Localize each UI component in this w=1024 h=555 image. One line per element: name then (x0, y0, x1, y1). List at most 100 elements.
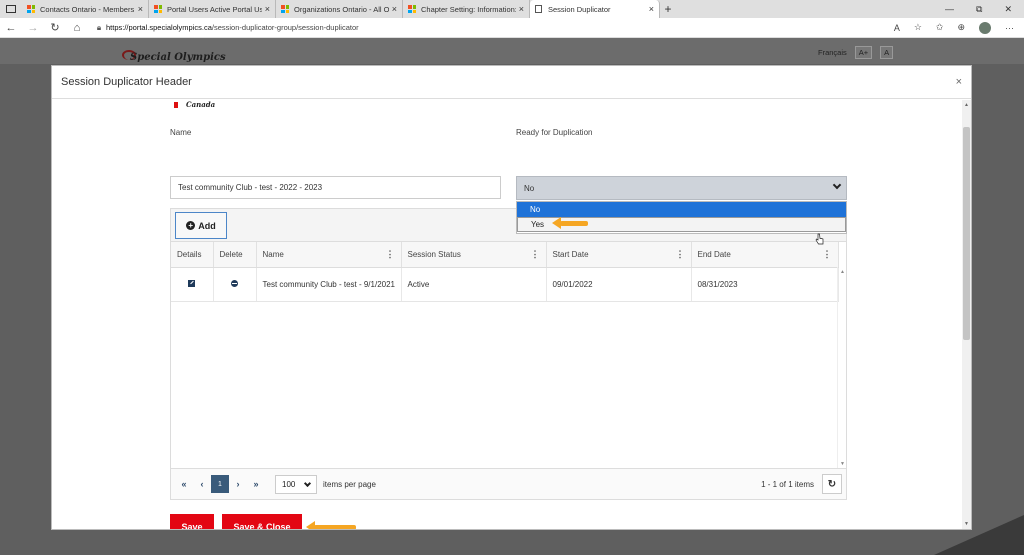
new-tab-icon[interactable]: + (660, 2, 676, 16)
browser-tab[interactable]: Chapter Setting: Information: vlC × (403, 0, 530, 18)
column-menu-icon[interactable]: ⋮ (531, 249, 540, 260)
more-icon[interactable]: ··· (1005, 23, 1014, 33)
name-label: Name (170, 128, 192, 137)
lock-icon[interactable]: 🔒︎ (92, 23, 106, 33)
dropdown-option-no[interactable]: No (517, 202, 846, 217)
scroll-up-icon[interactable]: ▲ (964, 102, 969, 108)
tab-title: Portal Users Active Portal Users (167, 4, 262, 14)
language-link[interactable]: Français (818, 48, 847, 57)
browser-tab[interactable]: Portal Users Active Portal Users × (149, 0, 276, 18)
ready-for-duplication-select[interactable]: No (516, 176, 847, 200)
read-aloud-icon[interactable]: A (894, 23, 900, 33)
previous-page-icon[interactable]: ‹ (193, 475, 211, 493)
column-header-end-date[interactable]: End Date ⋮ (691, 242, 839, 268)
page-number-button[interactable]: 1 (211, 475, 229, 493)
first-page-icon[interactable]: « (175, 475, 193, 493)
column-header-session-status[interactable]: Session Status ⋮ (401, 242, 547, 268)
modal-header: Session Duplicator Header (52, 66, 971, 99)
forward-icon[interactable]: → (22, 22, 44, 34)
scroll-up-icon[interactable]: ▲ (840, 269, 845, 275)
close-icon[interactable]: × (649, 4, 654, 14)
modal-scrollbar[interactable]: ▲ ▼ (962, 100, 971, 529)
tab-title: Session Duplicator (548, 4, 611, 14)
name-input[interactable]: Test community Club - test - 2022 - 2023 (170, 176, 501, 199)
plus-circle-icon: + (186, 221, 196, 230)
close-icon[interactable]: × (265, 4, 270, 14)
refresh-icon[interactable]: ↻ (44, 21, 66, 34)
tab-actions-icon[interactable] (0, 0, 22, 18)
minus-circle-icon[interactable] (231, 279, 238, 287)
last-page-icon[interactable]: » (247, 475, 265, 493)
delete-cell (213, 267, 257, 302)
browser-toolbar-icons: A ☆ ✩ ⊕ ··· (894, 21, 1024, 34)
column-menu-icon[interactable]: ⋮ (386, 249, 395, 260)
back-icon[interactable]: ← (0, 22, 22, 34)
column-menu-icon[interactable]: ⋮ (823, 249, 832, 260)
url-field[interactable]: https://portal.specialolympics.ca/sessio… (106, 23, 359, 32)
microsoft-icon (408, 5, 416, 13)
profile-avatar[interactable] (979, 21, 991, 34)
details-cell (171, 267, 214, 302)
microsoft-icon (154, 5, 162, 13)
sessions-grid: + Add Details Delete Name ⋮ Session Statu… (170, 208, 847, 500)
scroll-thumb[interactable] (963, 127, 970, 340)
address-bar: ← → ↻ ⌂ 🔒︎ https://portal.specialolympic… (0, 18, 1024, 38)
grid-scrollbar[interactable]: ▲ ▼ (837, 267, 846, 469)
close-icon[interactable]: × (519, 4, 524, 14)
ready-for-duplication-label: Ready for Duplication (516, 128, 593, 137)
favorites-icon[interactable]: ✩ (936, 22, 944, 33)
column-header-start-date[interactable]: Start Date ⋮ (546, 242, 692, 268)
home-icon[interactable]: ⌂ (66, 22, 88, 34)
pager-info: 1 - 1 of 1 items (761, 479, 814, 489)
column-header-label: Session Status (407, 249, 461, 259)
add-button[interactable]: + Add (175, 212, 227, 239)
favorite-star-icon[interactable]: ☆ (914, 22, 922, 33)
minimize-icon[interactable]: — (945, 4, 954, 15)
font-larger-button[interactable]: A+ (854, 46, 873, 59)
close-icon[interactable]: × (138, 4, 143, 14)
column-header-name[interactable]: Name ⋮ (256, 242, 402, 268)
column-header-details[interactable]: Details (171, 242, 214, 268)
scroll-down-icon[interactable]: ▼ (964, 521, 969, 527)
url-host: https://portal.specialolympics.ca (106, 23, 212, 32)
sessions-table: Details Delete Name ⋮ Session Status ⋮ Sta… (171, 242, 839, 302)
edit-icon[interactable] (188, 279, 196, 287)
column-menu-icon[interactable]: ⋮ (676, 249, 685, 260)
column-header-delete[interactable]: Delete (213, 242, 257, 268)
browser-tab[interactable]: Contacts Ontario - Members - D × (22, 0, 149, 18)
browser-tab[interactable]: Organizations Ontario - All Orga × (276, 0, 403, 18)
tab-title: Chapter Setting: Information: vlC (421, 4, 516, 14)
save-and-close-button[interactable]: Save & Close (222, 514, 302, 529)
ready-for-duplication-dropdown: No Yes (516, 201, 847, 234)
close-icon[interactable]: × (392, 4, 397, 14)
tab-title: Organizations Ontario - All Orga (294, 4, 389, 14)
browser-tab-active[interactable]: Session Duplicator × (530, 0, 660, 18)
column-header-label: Name (262, 249, 284, 259)
page-header: Special Olympics Français A+ A (0, 38, 1024, 64)
start-date-cell: 09/01/2022 (546, 267, 692, 302)
logo-word: Canada (186, 100, 216, 109)
font-smaller-button[interactable]: A (880, 46, 894, 59)
modal-title: Session Duplicator Header (61, 76, 192, 88)
close-window-icon[interactable]: ✕ (1004, 4, 1012, 15)
column-header-label: Start Date (552, 249, 589, 259)
save-button[interactable]: Save (170, 514, 214, 529)
site-logo[interactable]: Special Olympics (130, 52, 226, 63)
column-header-label: End Date (697, 249, 731, 259)
refresh-icon[interactable]: ↻ (822, 474, 842, 494)
add-label: Add (198, 220, 216, 231)
next-page-icon[interactable]: › (229, 475, 247, 493)
canada-logo: Canada (174, 100, 215, 109)
status-cell: Active (401, 267, 547, 302)
microsoft-icon (27, 5, 35, 13)
annotation-arrow (552, 217, 588, 229)
close-icon[interactable]: × (956, 76, 962, 88)
restore-icon[interactable]: ⧉ (976, 4, 982, 15)
collections-icon[interactable]: ⊕ (957, 22, 965, 33)
window-controls: — ⧉ ✕ (945, 4, 1024, 15)
page-icon (535, 5, 542, 13)
scroll-down-icon[interactable]: ▼ (840, 461, 845, 467)
maple-leaf-icon (174, 101, 178, 108)
items-per-page-select[interactable]: 100 (275, 474, 317, 494)
items-per-page-label: items per page (323, 479, 376, 489)
